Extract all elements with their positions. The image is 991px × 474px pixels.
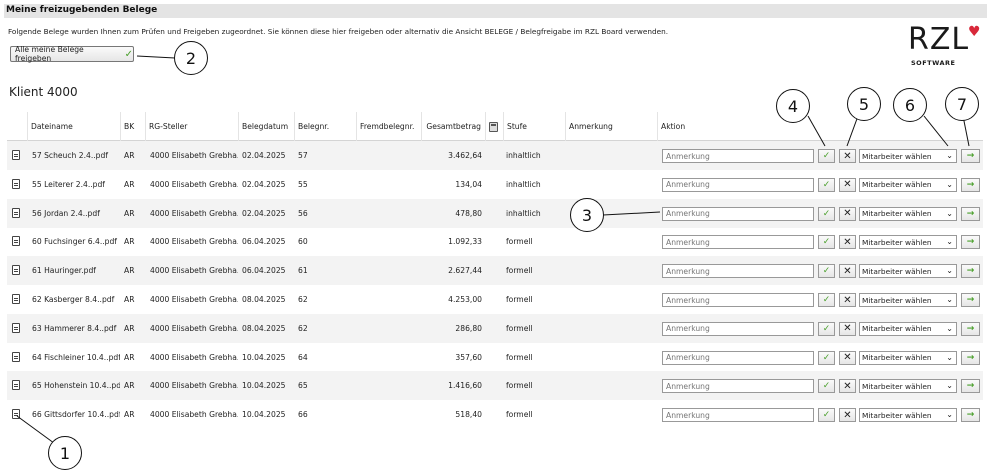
callout-7: 7 [945, 87, 979, 121]
callout-line-3 [602, 211, 661, 216]
callout-1: 1 [48, 436, 82, 470]
callout-2: 2 [174, 41, 208, 75]
callout-6: 6 [893, 88, 927, 122]
callout-line-5 [846, 115, 859, 147]
callout-line-2 [136, 55, 176, 59]
callout-line-6 [923, 115, 949, 147]
callout-5: 5 [847, 87, 881, 121]
callout-4: 4 [776, 89, 810, 123]
callout-lines [16, 55, 970, 447]
callout-3: 3 [570, 198, 604, 232]
callout-line-4 [807, 115, 826, 147]
